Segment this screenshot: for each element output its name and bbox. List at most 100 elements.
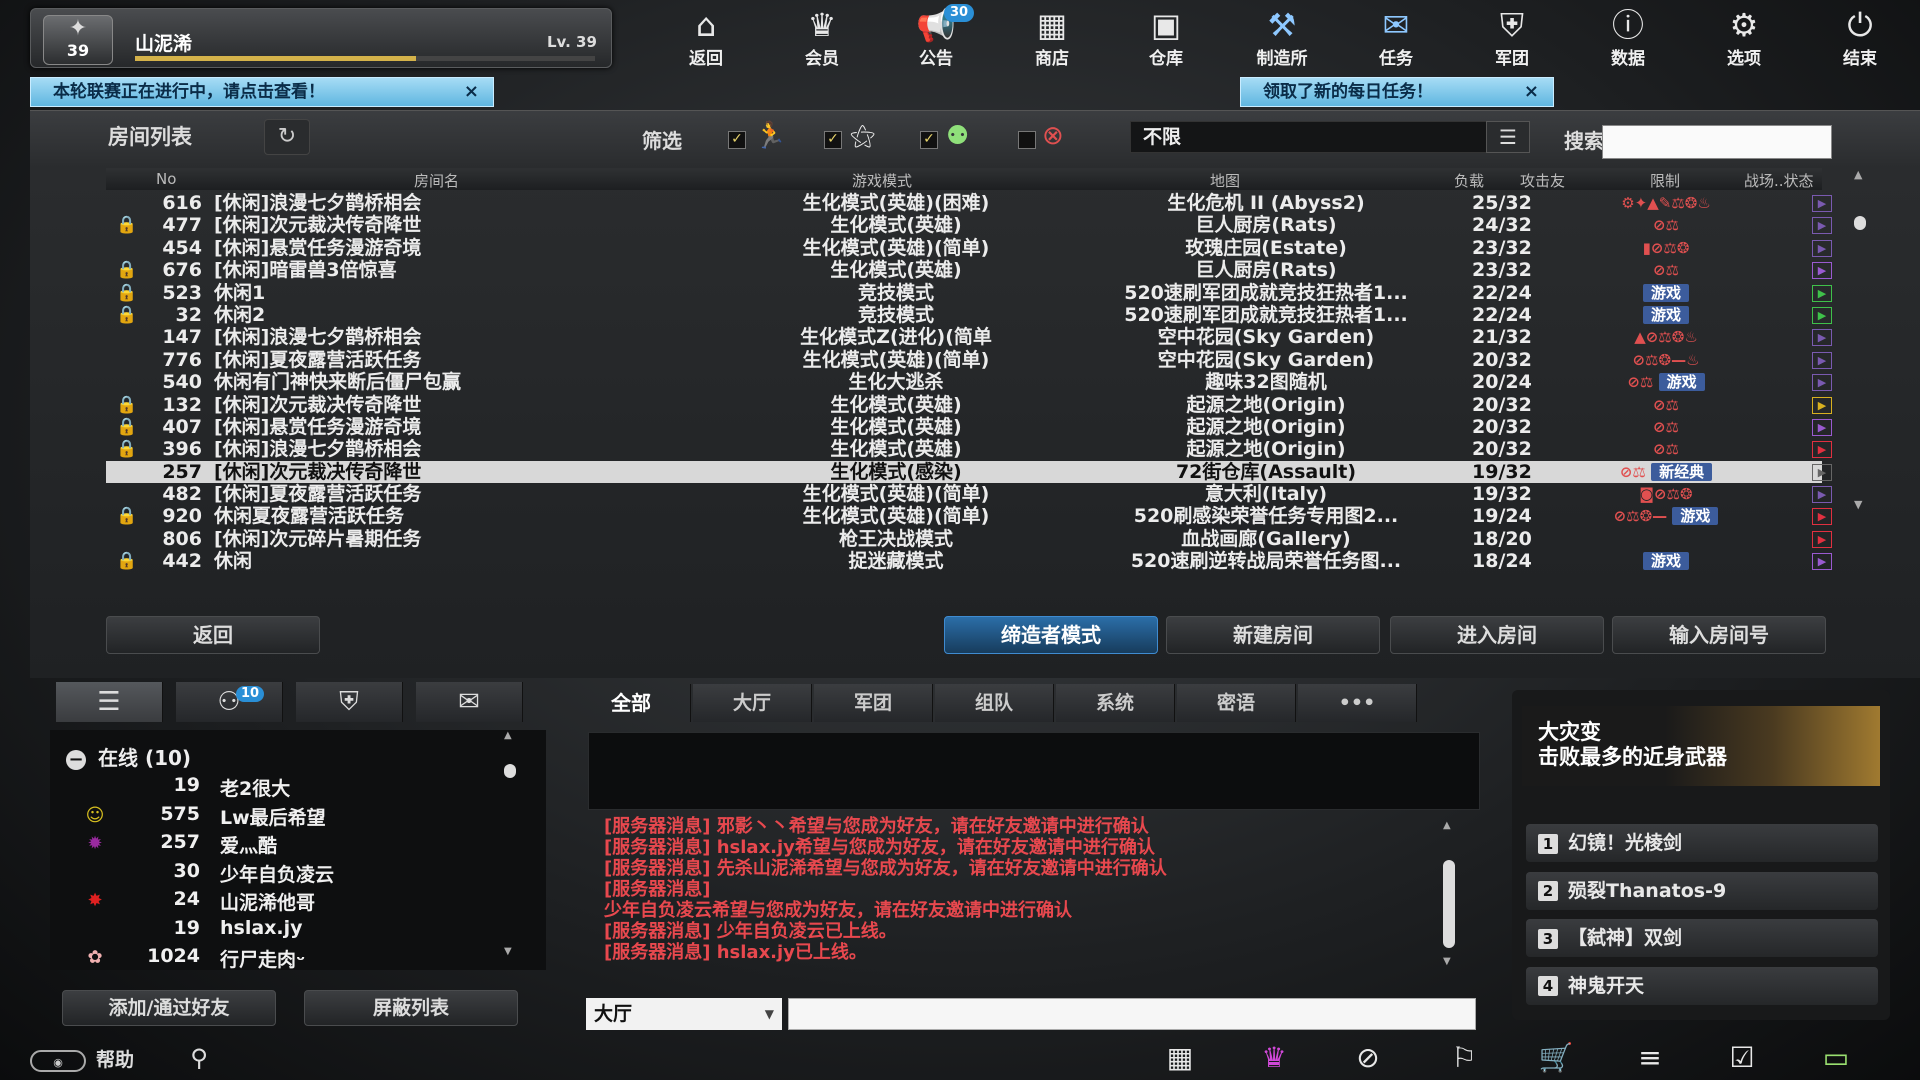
table-row[interactable]: 🔒 523 休闲1 竞技模式 520速刷军团成就竞技狂热者1... 22/24 游戏 ▶ — [106, 282, 1832, 304]
collapse-icon[interactable]: − — [66, 750, 86, 770]
friend-list-item[interactable]: ✿ 1024 行尸走肉ᵕ — [50, 945, 510, 973]
table-row[interactable]: 🔒 407 [休闲]悬赏任务漫游奇境 生化模式(英雄) 起源之地(Origin) 20/3… — [106, 416, 1832, 438]
create-room-button[interactable]: 新建房间 — [1166, 616, 1380, 654]
runner-icon[interactable]: ⚐ — [1434, 1038, 1494, 1078]
table-row[interactable]: 🔒 32 休闲2 竞技模式 520速刷军团成就竞技狂热者1... 22/24 游戏 ▶ — [106, 304, 1832, 326]
back-button[interactable]: 返回 — [106, 616, 320, 654]
col-friendly-fire[interactable]: 攻击友 — [1520, 170, 1565, 191]
tab-chat-more[interactable]: ••• — [1298, 684, 1417, 722]
table-row[interactable]: 🔒 132 [休闲]次元裁决传奇降世 生化模式(英雄) 起源之地(Origin) 20/3… — [106, 394, 1832, 416]
table-row[interactable]: 🔒 442 休闲 捉迷藏模式 520速刷逆转战局荣誉任务图... 18/24 游戏 ▶ — [106, 550, 1832, 572]
search-input[interactable] — [1602, 125, 1832, 159]
col-mode[interactable]: 游戏模式 — [852, 170, 912, 191]
col-no[interactable]: No — [156, 170, 176, 188]
table-row[interactable]: 147 [休闲]浪漫七夕鹊桥相会 生化模式Z(进化)(简单 空中花园(Sky Gard… — [106, 326, 1832, 348]
filter-unlocked-checkbox[interactable]: ✓ — [1018, 131, 1036, 149]
online-group-header[interactable]: − 在线 (10) — [66, 742, 191, 771]
friend-list-item[interactable]: ✸ 24 山泥浠他哥 — [50, 888, 510, 916]
filter-normal-checkbox[interactable]: ✓ — [728, 131, 746, 149]
table-row[interactable]: 🔒 676 [休闲]暗雷兽3倍惊喜 生化模式(英雄) 巨人厨房(Rats) 23/32 ⊘⚖… — [106, 259, 1832, 281]
filter-zombie-checkbox[interactable]: ✓ — [824, 131, 842, 149]
col-status[interactable]: 战场..状态 — [1744, 170, 1814, 191]
tab-clan-members[interactable]: ⛨ — [296, 682, 403, 722]
scroll-up-icon[interactable]: ▲ — [504, 730, 512, 741]
tab-chat-clan[interactable]: 军团 — [814, 684, 933, 722]
list-icon[interactable]: ≡ — [1620, 1038, 1680, 1078]
table-row[interactable]: 616 [休闲]浪漫七夕鹊桥相会 生化模式(英雄)(困难) 生化危机 II (Abys… — [106, 192, 1832, 214]
ranking-item[interactable]: 1 幻镜！光棱剑 — [1526, 824, 1878, 862]
tab-chat-all[interactable]: 全部 — [572, 684, 691, 722]
table-row[interactable]: 🔒 396 [休闲]浪漫七夕鹊桥相会 生化模式(英雄) 起源之地(Origin) 20/3… — [106, 438, 1832, 460]
player-card[interactable]: ✦ 39 山泥浠 Lv. 39 — [30, 8, 612, 68]
friend-list-item[interactable]: 19 老2很大 — [50, 774, 510, 802]
nav-button-warehouse[interactable]: ▣ 仓库 — [1116, 4, 1216, 70]
enter-room-button[interactable]: 进入房间 — [1390, 616, 1604, 654]
ranking-item[interactable]: 3 【弑神】双剑 — [1526, 919, 1878, 957]
nav-button-home[interactable]: ⌂ 返回 — [656, 4, 756, 70]
room-scrollbar[interactable]: ▲ ▼ — [1850, 168, 1868, 568]
table-row[interactable]: 🔒 920 休闲夏夜露营活跃任务 生化模式(英雄)(简单) 520刷感染荣誉任务专用图2… — [106, 505, 1832, 527]
nav-button-info[interactable]: ⓘ 数据 — [1578, 4, 1678, 70]
scroll-down-icon[interactable]: ▼ — [1443, 956, 1451, 967]
cart-icon[interactable]: 🛒 — [1526, 1038, 1586, 1078]
scroll-up-icon[interactable]: ▲ — [1443, 820, 1451, 831]
nav-button-crown[interactable]: ♛ 会员 — [772, 4, 872, 70]
friends-scrollbar[interactable]: ▲ ▼ — [502, 730, 516, 960]
tab-friend-groups[interactable]: ⚇ 10 — [176, 682, 283, 722]
nav-button-factory[interactable]: ⚒ 制造所 — [1232, 4, 1332, 70]
daily-mission-notice[interactable]: 领取了新的每日任务！ × — [1240, 77, 1554, 107]
friend-list-item[interactable]: ✹ 257 爱灬酷 — [50, 831, 510, 859]
table-row[interactable]: 776 [休闲]夏夜露营活跃任务 生化模式(英雄)(简单) 空中花园(Sky Gard… — [106, 349, 1832, 371]
tab-chat-team[interactable]: 组队 — [935, 684, 1054, 722]
scroll-down-icon[interactable]: ▼ — [504, 946, 512, 957]
nav-button-mission[interactable]: ✉ 任务 — [1346, 4, 1446, 70]
nav-button-clan[interactable]: ⛨ 军团 — [1462, 4, 1562, 70]
search-icon[interactable]: ⚲ — [176, 1040, 222, 1076]
checklist-icon[interactable]: ☑ — [1712, 1038, 1772, 1078]
friend-list-item[interactable]: 19 hslax.jy — [50, 917, 510, 945]
filter-available-checkbox[interactable]: ✓ — [920, 131, 938, 149]
filter-settings-button[interactable]: ☰ — [1486, 121, 1530, 153]
filter-mode-button[interactable]: 缔造者模式 — [944, 616, 1158, 654]
calendar-icon[interactable]: ▦ — [1150, 1038, 1210, 1078]
friend-list-item[interactable]: 30 少年自负凌云 — [50, 860, 510, 888]
ranking-item[interactable]: 4 神鬼开天 — [1526, 966, 1878, 1005]
chat-input[interactable] — [788, 998, 1476, 1030]
ranking-item[interactable]: 2 殒裂Thanatos-9 — [1526, 871, 1878, 910]
scroll-thumb[interactable] — [1854, 216, 1866, 230]
tab-chat-whisper[interactable]: 密语 — [1177, 684, 1296, 722]
col-room-name[interactable]: 房间名 — [414, 170, 459, 191]
refresh-button[interactable]: ↻ — [264, 119, 310, 155]
chat-scrollbar[interactable]: ▲ ▼ — [1440, 820, 1458, 970]
col-load[interactable]: 负载 — [1454, 170, 1484, 191]
nav-button-gear[interactable]: ⚙ 选项 — [1694, 4, 1794, 70]
block-list-button[interactable]: 屏蔽列表 — [304, 990, 518, 1026]
scroll-up-icon[interactable]: ▲ — [1854, 168, 1862, 181]
add-friend-button[interactable]: 添加/通过好友 — [62, 990, 276, 1026]
chevron-down-icon[interactable]: ▼ — [765, 998, 774, 1030]
scroll-down-icon[interactable]: ▼ — [1854, 498, 1862, 511]
crown-icon[interactable]: ♛ — [1244, 1038, 1304, 1078]
compass-icon[interactable]: ⊘ — [1338, 1038, 1398, 1078]
help-button[interactable]: ◉ 帮助 — [30, 1046, 160, 1074]
league-notice[interactable]: 本轮联赛正在进行中，请点击查看！ × — [30, 77, 494, 107]
scroll-thumb[interactable] — [504, 764, 516, 778]
table-row[interactable]: 806 [休闲]次元碎片暑期任务 枪王决战模式 血战画廊(Gallery) 18/20 ▶ — [106, 528, 1832, 550]
tab-friend-list[interactable]: ☰ — [56, 682, 163, 722]
tab-chat-system[interactable]: 系统 — [1056, 684, 1175, 722]
table-row[interactable]: 454 [休闲]悬赏任务漫游奇境 生化模式(英雄)(简单) 玫瑰庄园(Estate) 2… — [106, 237, 1832, 259]
table-row[interactable]: 257 [休闲]次元裁决传奇降世 生化模式(感染) 72街仓库(Assault) 19/… — [106, 460, 1832, 484]
tab-chat-lobby[interactable]: 大厅 — [693, 684, 812, 722]
nav-button-shop[interactable]: ▦ 商店 — [1002, 4, 1102, 70]
col-map[interactable]: 地图 — [1210, 170, 1240, 191]
nav-button-power[interactable]: ⏻ 结束 — [1810, 4, 1910, 70]
table-row[interactable]: 540 休闲有门神快来断后僵尸包赢 生化大逃杀 趣味32图随机 20/24 ⊘⚖ 游戏 ▶ — [106, 371, 1832, 393]
col-limit[interactable]: 限制 — [1650, 170, 1680, 191]
chat-channel-select[interactable]: 大厅 ▼ — [586, 998, 782, 1030]
battery-icon[interactable]: ▭ — [1806, 1038, 1866, 1078]
enter-room-number-button[interactable]: 输入房间号 — [1612, 616, 1826, 654]
friend-list-item[interactable]: ☺ 575 Lw最后希望 — [50, 803, 510, 831]
close-icon[interactable]: × — [464, 78, 479, 106]
close-icon[interactable]: × — [1524, 78, 1539, 106]
map-filter-select[interactable]: 不限 — [1130, 121, 1494, 153]
